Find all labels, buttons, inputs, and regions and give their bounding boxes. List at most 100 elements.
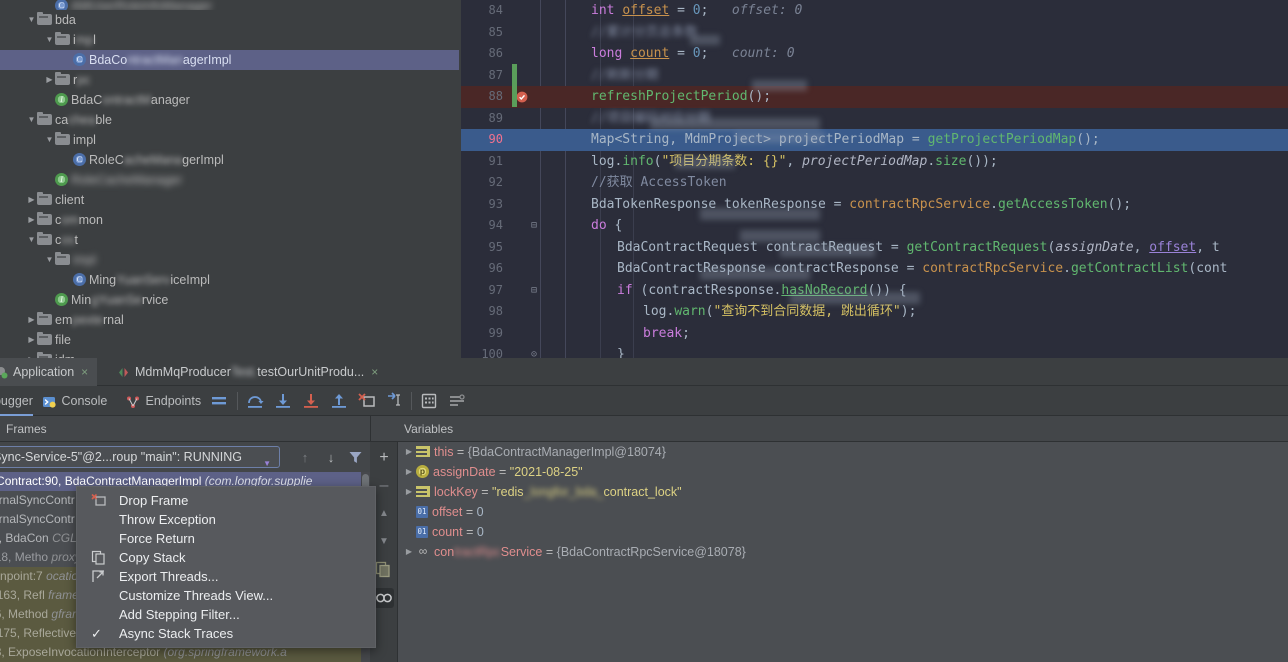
close-icon[interactable]: ×	[371, 365, 378, 379]
chevron-right-icon[interactable]: ▶	[402, 462, 416, 482]
context-menu-item[interactable]: Throw Exception	[77, 510, 375, 529]
editor-line[interactable]: 84 int offset = 0; offset: 0	[461, 0, 1288, 22]
tree-item[interactable]: ▼ impl	[0, 130, 461, 150]
show-execution-point-icon[interactable]	[209, 391, 229, 411]
next-frame-icon[interactable]: ↓	[322, 450, 340, 466]
code-fold-icon[interactable]: ⊟	[528, 280, 540, 302]
remove-watch-icon[interactable]: –	[374, 476, 394, 496]
tree-item[interactable]: ▼ impl	[0, 30, 461, 50]
chevron-right-icon[interactable]: ▶	[402, 542, 416, 562]
tab-debugger[interactable]: Debugger	[0, 386, 33, 416]
move-down-icon[interactable]: ▼	[374, 532, 394, 552]
variable-row[interactable]: ▶ this = {BdaContractManagerImpl@18074}	[398, 442, 1288, 462]
context-menu-item[interactable]: Customize Threads View...	[77, 586, 375, 605]
variable-row[interactable]: 01 count = 0	[398, 522, 1288, 542]
editor-line[interactable]: 96 BdaContractResponse contractResponse =…	[461, 258, 1288, 280]
editor-line[interactable]: 91 log.info("项目分期条数: {}", projectPeriodMa…	[461, 151, 1288, 173]
evaluate-expression-icon[interactable]	[419, 391, 439, 411]
editor-line[interactable]: 85 //累计分页总条数	[461, 22, 1288, 44]
settings-layout-icon[interactable]	[447, 391, 467, 411]
watches-toggle-icon[interactable]	[374, 588, 394, 608]
editor-line[interactable]: 95 BdaContractRequest contractRequest = g…	[461, 237, 1288, 259]
step-into-icon[interactable]	[273, 391, 293, 411]
chevron-right-icon[interactable]: ▶	[44, 70, 55, 90]
run-tab[interactable]: MdmMqProducerTest.testOurUnitProdu... ×	[108, 358, 387, 386]
editor-line[interactable]: 93 BdaTokenResponse tokenResponse = contr…	[461, 194, 1288, 216]
drop-frame-icon[interactable]	[357, 391, 377, 411]
context-menu-item[interactable]: Copy Stack	[77, 548, 375, 567]
chevron-down-icon[interactable]: ▼	[26, 230, 37, 250]
chevron-right-icon[interactable]: ▶	[26, 310, 37, 330]
editor-line[interactable]: 87 //刷新分期	[461, 65, 1288, 87]
variable-row[interactable]: ▶ ∞ contractRpcService = {BdaContractRpcSe…	[398, 542, 1288, 562]
context-menu-item-label: Drop Frame	[119, 493, 189, 508]
tree-item[interactable]: I BdaContractManager	[0, 90, 461, 110]
chevron-right-icon[interactable]: ▶	[402, 482, 416, 502]
chevron-down-icon[interactable]: ▼	[44, 30, 55, 50]
tree-item[interactable]: ▶ rpc	[0, 70, 461, 90]
code-fold-icon[interactable]: ⊟	[528, 215, 540, 237]
thread-selector[interactable]: "DubboServerHandler-Sync-Service-5"@2...…	[0, 446, 280, 468]
tree-item[interactable]: ▶ common	[0, 210, 461, 230]
tree-item[interactable]: C RoleCacheManagerImpl	[0, 150, 461, 170]
tree-item[interactable]: ▶idm	[0, 350, 461, 358]
frames-context-menu[interactable]: Drop Frame Throw Exception Force Return Cop…	[76, 486, 376, 648]
editor-line[interactable]: 92 //获取 AccessToken	[461, 172, 1288, 194]
editor-line[interactable]: 90 Map<String, MdmProject> projectPeriodM…	[461, 129, 1288, 151]
tree-item[interactable]: ▼ cacheable	[0, 110, 461, 130]
editor-line[interactable]: 89 //项目编码对应分期	[461, 108, 1288, 130]
chevron-down-icon[interactable]: ▼	[44, 130, 55, 150]
tree-item[interactable]: C MingYuanServiceImpl	[0, 270, 461, 290]
chevron-right-icon[interactable]: ▶	[26, 210, 37, 230]
tree-item[interactable]: ▼ bda	[0, 10, 461, 30]
chevron-down-icon[interactable]: ▼	[26, 110, 37, 130]
copy-value-icon[interactable]	[374, 560, 394, 580]
context-menu-item[interactable]: ✓ Async Stack Traces	[77, 624, 375, 643]
move-up-icon[interactable]: ▲	[374, 504, 394, 524]
variables-panel[interactable]: ▶ this = {BdaContractManagerImpl@18074} ▶ p…	[398, 442, 1288, 662]
force-step-into-icon[interactable]	[301, 391, 321, 411]
tree-item[interactable]: ▶ client	[0, 190, 461, 210]
code-editor[interactable]: 84 int offset = 0; offset: 0 85 //累计分页总条数 86…	[461, 0, 1288, 362]
run-tabs[interactable]: Application × MdmMqProducerTest.testOurUni…	[0, 358, 1288, 386]
filter-frames-icon[interactable]	[348, 450, 366, 466]
variable-row[interactable]: ▶ p assignDate = "2021-08-25"	[398, 462, 1288, 482]
editor-line[interactable]: 97 ⊟ if (contractResponse.hasNoRecord()) {	[461, 280, 1288, 302]
step-over-icon[interactable]	[245, 391, 265, 411]
project-tree[interactable]: C AMUserRoleInfoManager ▼ bda ▼ impl C BdaContr…	[0, 0, 461, 358]
chevron-right-icon[interactable]: ▶	[26, 330, 37, 350]
chevron-right-icon[interactable]: ▶	[26, 190, 37, 210]
step-out-icon[interactable]	[329, 391, 349, 411]
close-icon[interactable]: ×	[81, 365, 88, 379]
tab-endpoints[interactable]: Endpoints	[126, 386, 201, 416]
run-to-cursor-icon[interactable]	[385, 391, 405, 411]
tree-item[interactable]: C AMUserRoleInfoManager	[0, 0, 461, 10]
chevron-right-icon[interactable]: ▶	[26, 350, 37, 358]
run-tab[interactable]: Application ×	[0, 358, 98, 386]
tree-item[interactable]: ▶ empexternal	[0, 310, 461, 330]
chevron-down-icon[interactable]: ▼	[44, 250, 55, 270]
tree-item[interactable]: ▼ impl	[0, 250, 461, 270]
tree-item[interactable]: C BdaContractManagerImpl	[0, 50, 459, 70]
prev-frame-icon[interactable]: ↑	[296, 450, 314, 466]
tree-item[interactable]: ▶ file	[0, 330, 461, 350]
tree-item[interactable]: ▼ cost	[0, 230, 461, 250]
editor-line[interactable]: 99 break;	[461, 323, 1288, 345]
context-menu-item[interactable]: Export Threads...	[77, 567, 375, 586]
tree-item[interactable]: I MingYuanService	[0, 290, 461, 310]
context-menu-item[interactable]: Force Return	[77, 529, 375, 548]
tree-item[interactable]: I RoleCacheManager	[0, 170, 461, 190]
chevron-right-icon[interactable]: ▶	[402, 442, 416, 462]
debugger-toolbar[interactable]: Debugger Console Endpoints	[0, 386, 1288, 416]
editor-line[interactable]: 98 log.warn("查询不到合同数据, 跳出循环");	[461, 301, 1288, 323]
add-watch-icon[interactable]: +	[374, 448, 394, 468]
tab-console[interactable]: Console	[42, 386, 107, 416]
editor-line[interactable]: 86 long count = 0; count: 0	[461, 43, 1288, 65]
context-menu-item[interactable]: Add Stepping Filter...	[77, 605, 375, 624]
variable-row[interactable]: 01 offset = 0	[398, 502, 1288, 522]
variable-row[interactable]: ▶ lockKey = "redis_longfor_bda_contract_l…	[398, 482, 1288, 502]
editor-line[interactable]: 94 ⊟ do {	[461, 215, 1288, 237]
context-menu-item[interactable]: Drop Frame	[77, 491, 375, 510]
editor-line[interactable]: 88 refreshProjectPeriod();	[461, 86, 1288, 108]
chevron-down-icon[interactable]: ▼	[26, 10, 37, 30]
